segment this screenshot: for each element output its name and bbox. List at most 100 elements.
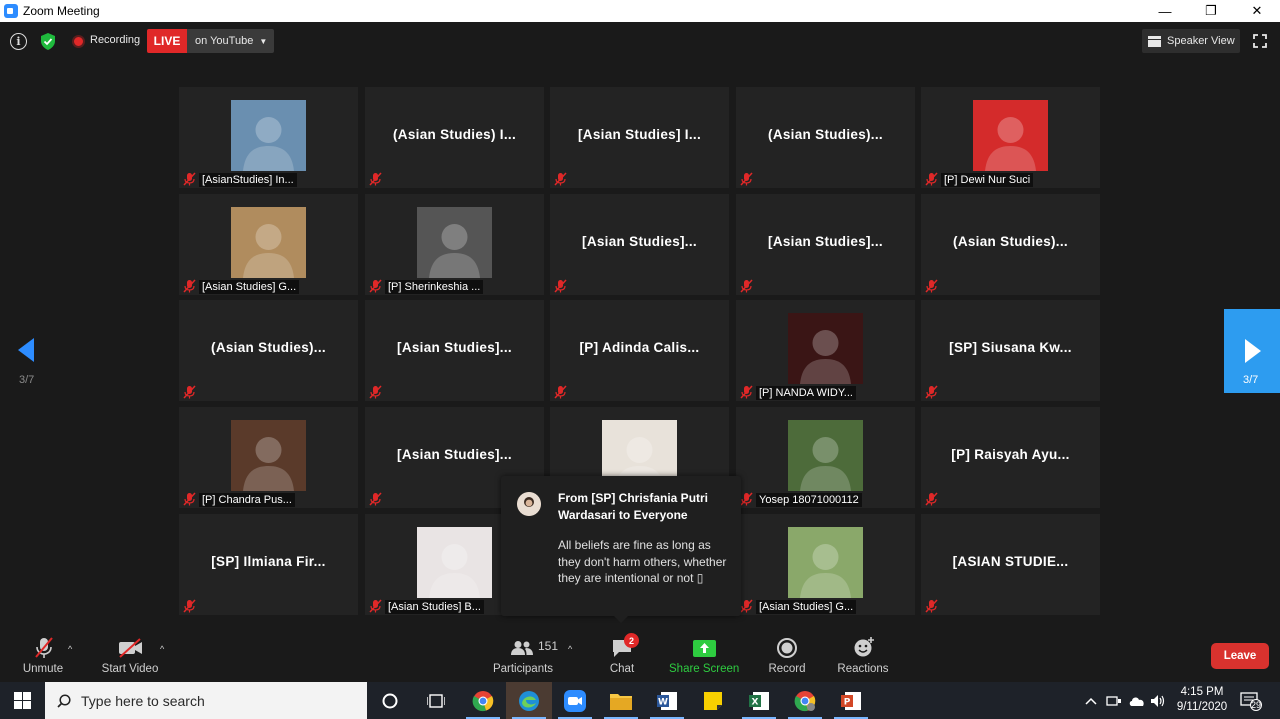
meeting-toolbar: Unmute ^ Start Video ^ 151 Participants … — [0, 627, 1280, 682]
next-page-button[interactable]: 3/7 — [1224, 309, 1280, 393]
participant-tile[interactable]: [P] Dewi Nur Suci — [921, 87, 1100, 188]
participant-tile[interactable]: [Asian Studies]... — [365, 300, 544, 401]
participant-tile[interactable]: [P] NANDA WIDY... — [736, 300, 915, 401]
task-view-icon[interactable] — [413, 682, 459, 719]
participant-label: [Asian Studies] G... — [756, 600, 857, 614]
sender-avatar — [517, 492, 541, 516]
meeting-info-icon[interactable]: i — [10, 33, 27, 50]
sticky-notes-taskbar-icon[interactable] — [690, 682, 736, 719]
word-taskbar-icon[interactable]: W — [644, 682, 690, 719]
taskbar-clock[interactable]: 4:15 PM 9/11/2020 — [1172, 685, 1232, 715]
audio-options-caret-icon[interactable]: ^ — [68, 644, 72, 654]
participant-tile[interactable]: [ASIAN STUDIE... — [921, 514, 1100, 615]
participant-label: [P] Chandra Pus... — [199, 493, 295, 507]
participant-tile[interactable]: [Asian Studies]... — [736, 194, 915, 295]
participants-button[interactable]: 151 Participants — [490, 627, 558, 682]
taskbar-search-box[interactable]: Type here to search — [45, 682, 367, 719]
participant-tile[interactable]: [Asian Studies] G... — [179, 194, 358, 295]
show-hidden-icons-chevron-icon[interactable] — [1085, 682, 1097, 719]
participant-tile[interactable]: [AsianStudies] In... — [179, 87, 358, 188]
close-button[interactable]: ✕ — [1234, 0, 1280, 22]
fullscreen-icon[interactable] — [1253, 34, 1267, 48]
participant-tile[interactable]: (Asian Studies)... — [179, 300, 358, 401]
live-badge: LIVE — [147, 29, 187, 53]
powerpoint-taskbar-icon[interactable]: P — [828, 682, 874, 719]
participant-tile[interactable]: [Asian Studies]... — [550, 194, 729, 295]
participant-tile[interactable]: (Asian Studies)... — [736, 87, 915, 188]
participant-tile[interactable]: [SP] Ilmiana Fir... — [179, 514, 358, 615]
edge-taskbar-icon[interactable] — [506, 682, 552, 719]
zoom-taskbar-icon[interactable] — [552, 682, 598, 719]
participant-video — [788, 420, 863, 491]
chat-sender: From [SP] Chrisfania Putri Wardasari to … — [558, 491, 709, 522]
participant-tile[interactable]: Yosep 18071000112 — [736, 407, 915, 508]
excel-taskbar-icon[interactable]: X — [736, 682, 782, 719]
svg-text:X: X — [752, 697, 759, 707]
participant-name: [Asian Studies] I... — [577, 127, 702, 142]
action-center-icon[interactable]: 29 — [1240, 682, 1262, 719]
participant-tile[interactable]: [P] Chandra Pus... — [179, 407, 358, 508]
participant-label: [P] NANDA WIDY... — [756, 386, 856, 400]
encryption-shield-icon[interactable] — [39, 32, 57, 51]
file-explorer-taskbar-icon[interactable] — [598, 682, 644, 719]
minimize-button[interactable]: — — [1142, 0, 1188, 22]
speaker-view-button[interactable]: Speaker View — [1142, 29, 1240, 53]
participant-name: [P] Raisyah Ayu... — [951, 447, 1070, 462]
chrome-profile-taskbar-icon[interactable] — [782, 682, 828, 719]
start-button[interactable] — [0, 682, 45, 719]
chat-message-text: All beliefs are fine as long as they don… — [558, 538, 727, 585]
live-stream-dropdown[interactable]: on YouTube ▼ — [187, 29, 274, 53]
participant-tile[interactable]: [P] Sherinkeshia ... — [365, 194, 544, 295]
participant-name: [SP] Siusana Kw... — [949, 340, 1072, 355]
muted-microphone-icon — [925, 279, 938, 293]
start-video-button[interactable]: Start Video — [97, 627, 163, 682]
participant-label: [AsianStudies] In... — [199, 173, 297, 187]
muted-microphone-icon — [554, 172, 567, 186]
participant-tile[interactable]: [P] Adinda Calis... — [550, 300, 729, 401]
participant-name: [Asian Studies]... — [582, 234, 697, 249]
participant-name: [ASIAN STUDIE... — [952, 554, 1069, 569]
participant-tile[interactable]: [P] Raisyah Ayu... — [921, 407, 1100, 508]
reactions-button[interactable]: Reactions — [834, 627, 892, 682]
unmute-button[interactable]: Unmute — [15, 627, 71, 682]
muted-microphone-icon — [369, 172, 382, 186]
clock-date: 9/11/2020 — [1176, 701, 1228, 713]
network-status-icon[interactable] — [1106, 682, 1122, 719]
participant-tile[interactable]: [SP] Siusana Kw... — [921, 300, 1100, 401]
reactions-label: Reactions — [837, 663, 889, 675]
chrome-taskbar-icon[interactable] — [460, 682, 506, 719]
video-options-caret-icon[interactable]: ^ — [160, 644, 164, 654]
speaker-view-icon — [1148, 35, 1161, 47]
participant-name: (Asian Studies)... — [953, 234, 1068, 249]
share-screen-button[interactable]: Share Screen — [669, 627, 739, 682]
record-icon — [777, 638, 797, 658]
page-indicator-right: 3/7 — [1243, 374, 1259, 386]
arrow-right-icon — [1245, 339, 1261, 363]
participants-options-caret-icon[interactable]: ^ — [568, 644, 572, 654]
volume-icon[interactable] — [1150, 682, 1166, 719]
muted-microphone-icon — [740, 599, 753, 613]
participant-name: (Asian Studies)... — [768, 127, 883, 142]
unmute-label: Unmute — [22, 663, 64, 675]
reactions-smiley-icon — [854, 637, 874, 657]
participants-label: Participants — [492, 663, 554, 675]
record-button[interactable]: Record — [764, 627, 810, 682]
zoom-app-icon — [4, 4, 18, 18]
restore-button[interactable]: ❐ — [1188, 0, 1234, 22]
leave-button[interactable]: Leave — [1211, 643, 1269, 669]
participant-tile[interactable]: [Asian Studies] I... — [550, 87, 729, 188]
participant-name: [Asian Studies]... — [397, 340, 512, 355]
participant-tile[interactable]: [Asian Studies] G... — [736, 514, 915, 615]
cortana-icon[interactable] — [367, 682, 413, 719]
participant-video — [788, 313, 863, 384]
chat-message-popup[interactable]: From [SP] Chrisfania Putri Wardasari to … — [501, 476, 741, 623]
participant-tile[interactable]: (Asian Studies)... — [921, 194, 1100, 295]
previous-page-button[interactable]: 3/7 — [0, 310, 56, 394]
muted-microphone-icon — [183, 172, 196, 186]
onedrive-cloud-icon[interactable] — [1128, 682, 1146, 719]
participant-tile[interactable]: (Asian Studies) I... — [365, 87, 544, 188]
recording-label: Recording — [90, 34, 141, 46]
chat-button[interactable]: 2 Chat — [601, 627, 643, 682]
participant-name: (Asian Studies)... — [211, 340, 326, 355]
muted-microphone-icon — [554, 385, 567, 399]
